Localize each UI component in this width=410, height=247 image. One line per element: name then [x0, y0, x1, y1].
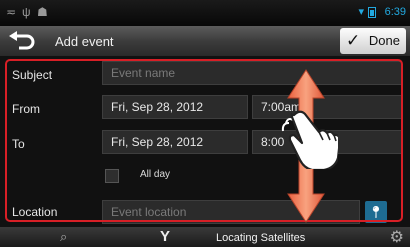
gps-status: Locating Satellites	[216, 232, 306, 244]
from-label: From	[12, 102, 40, 116]
bottom-bar: ⌕ Y Locating Satellites ⚙	[0, 227, 410, 247]
android-icon: ☗	[37, 5, 48, 19]
map-pin-icon: 📍︎	[368, 205, 384, 219]
search-map-icon[interactable]: ⌕	[60, 229, 67, 245]
done-button[interactable]: ✓ Done	[340, 28, 406, 54]
back-button[interactable]	[6, 30, 40, 52]
to-label: To	[12, 137, 25, 151]
usb-debug-icon: ψ	[22, 5, 31, 19]
page-title: Add event	[55, 34, 114, 49]
location-placeholder: Event location	[111, 205, 187, 219]
clock: 6:39	[384, 6, 406, 18]
done-label: Done	[368, 33, 400, 48]
wifi-icon: ▾	[358, 6, 364, 18]
subject-input[interactable]: Event name	[102, 61, 402, 85]
battery-icon	[368, 7, 376, 18]
to-date-value: Fri, Sep 28, 2012	[111, 135, 204, 149]
event-form: Subject Event name From Fri, Sep 28, 201…	[0, 57, 410, 227]
usb-icon: ≂	[6, 5, 17, 19]
action-bar: Add event ✓ Done	[0, 26, 410, 57]
subject-placeholder: Event name	[111, 66, 176, 80]
location-pin-button[interactable]: 📍︎	[365, 201, 387, 223]
gear-icon[interactable]: ⚙	[390, 227, 404, 247]
checkmark-icon: ✓	[346, 31, 361, 50]
from-date-value: Fri, Sep 28, 2012	[111, 100, 204, 114]
hand-pointer-icon	[281, 110, 338, 169]
road-fork-icon[interactable]: Y	[160, 228, 170, 245]
from-date-picker[interactable]: Fri, Sep 28, 2012	[102, 95, 248, 119]
to-date-picker[interactable]: Fri, Sep 28, 2012	[102, 130, 248, 154]
location-label: Location	[12, 205, 58, 219]
all-day-label: All day	[140, 169, 171, 180]
all-day-checkbox[interactable]	[105, 169, 119, 183]
subject-label: Subject	[12, 68, 53, 82]
back-arrow-icon	[9, 31, 35, 50]
status-bar: ≂ ψ ☗ ▾ 6:39	[0, 0, 410, 26]
